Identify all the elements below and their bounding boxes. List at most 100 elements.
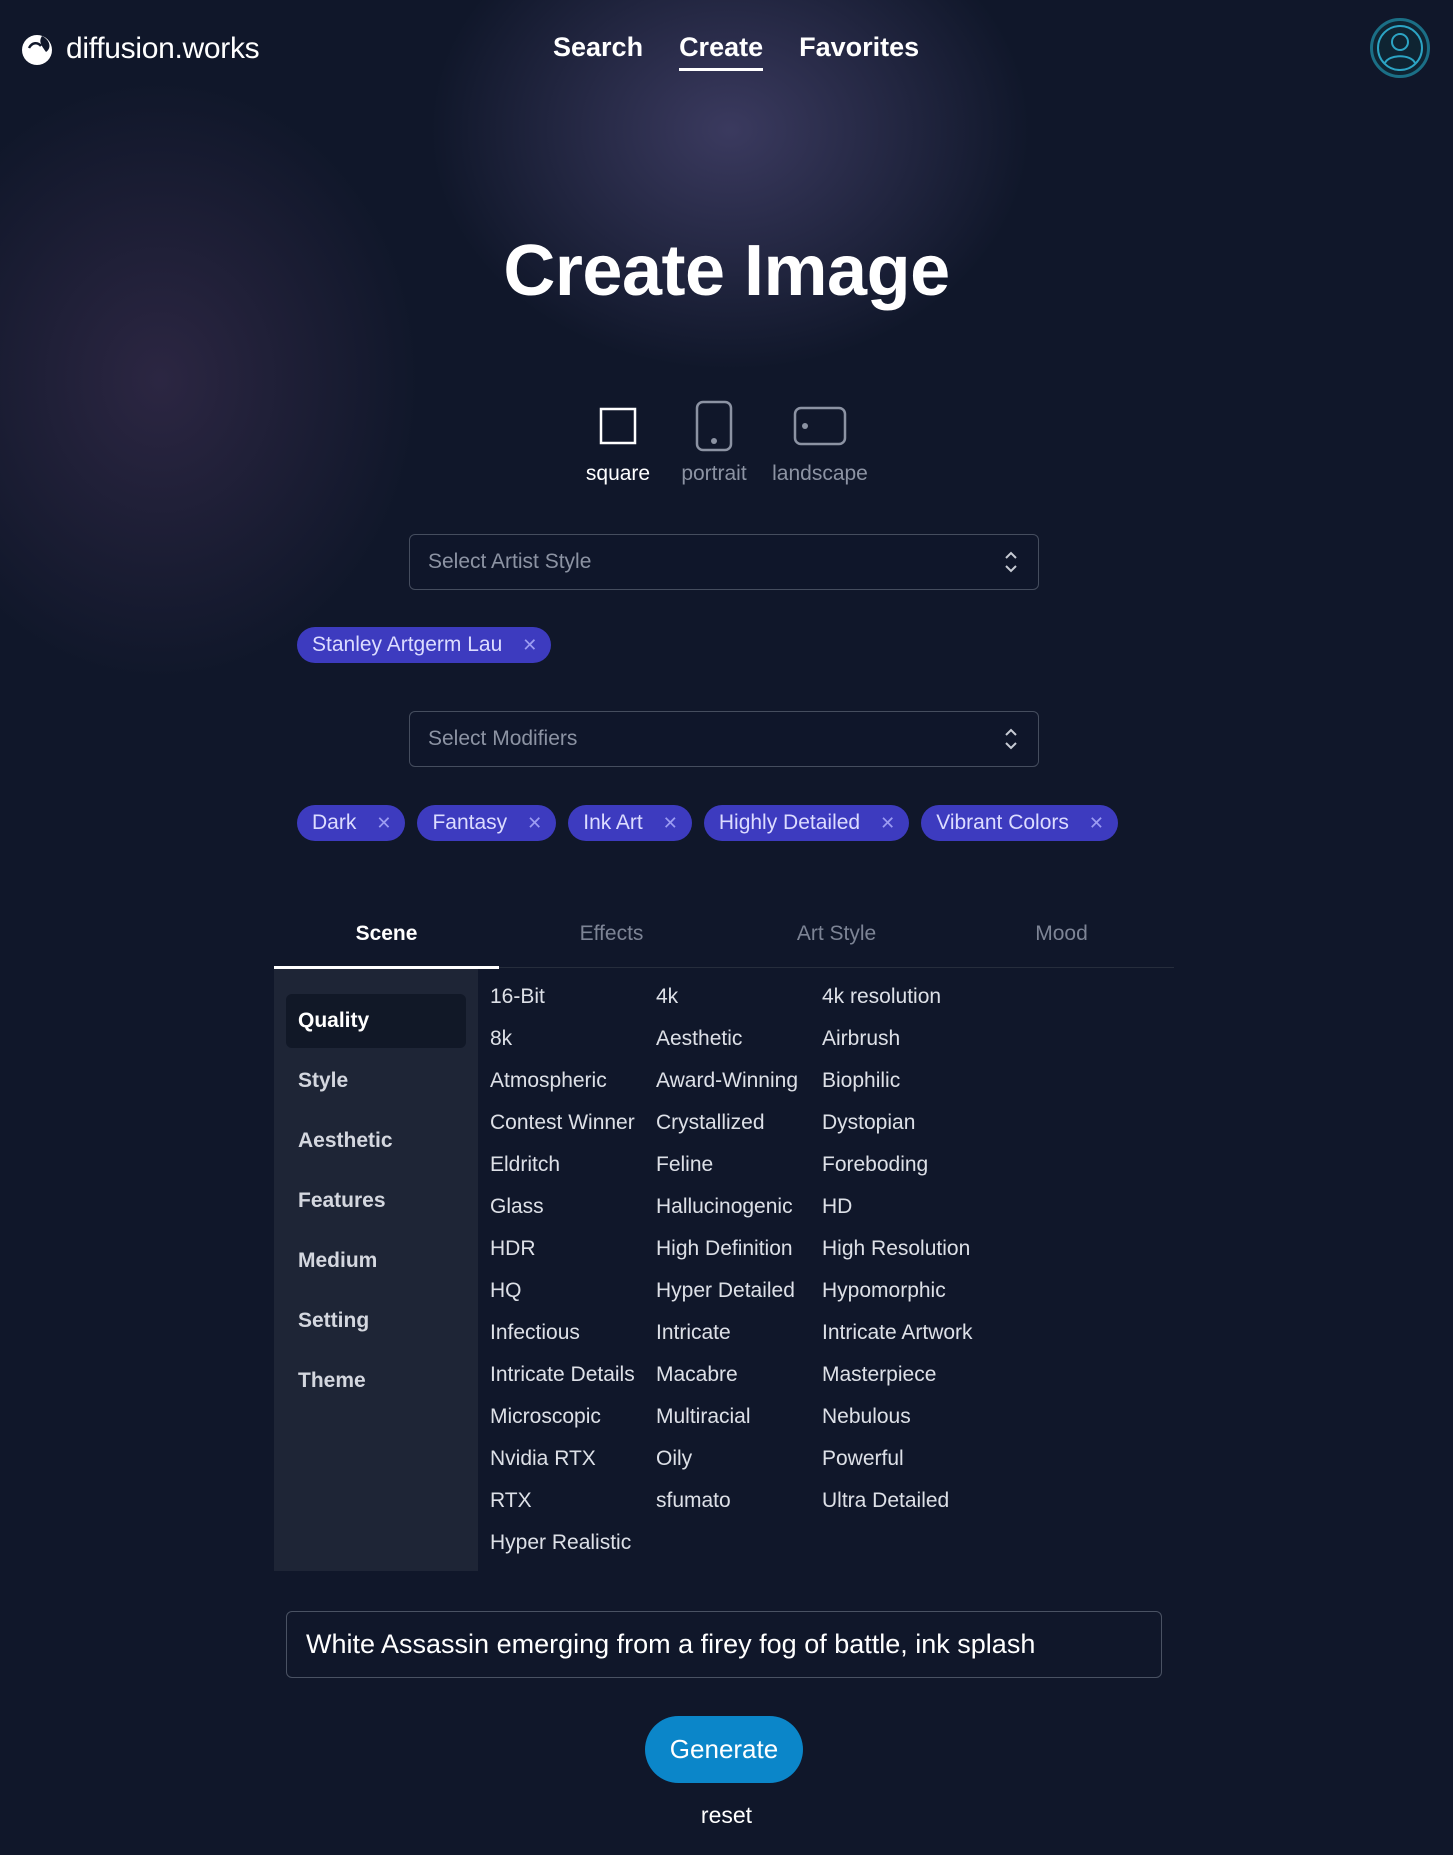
close-icon[interactable]: ✕ bbox=[527, 814, 542, 832]
modifier-option[interactable]: Hallucinogenic bbox=[656, 1186, 822, 1228]
close-icon[interactable]: ✕ bbox=[880, 814, 895, 832]
modifier-option[interactable]: 8k bbox=[490, 1018, 656, 1060]
modifier-option[interactable]: Nebulous bbox=[822, 1396, 1022, 1438]
tab-scene[interactable]: Scene bbox=[274, 900, 499, 969]
modifier-option[interactable]: Powerful bbox=[822, 1438, 1022, 1480]
nav-search-link[interactable]: Search bbox=[553, 32, 643, 67]
modifier-option[interactable]: Intricate bbox=[656, 1312, 822, 1354]
category-item-style[interactable]: Style bbox=[286, 1054, 466, 1108]
modifier-option[interactable]: Hypomorphic bbox=[822, 1270, 1022, 1312]
modifier-option[interactable]: HQ bbox=[490, 1270, 656, 1312]
close-icon[interactable]: ✕ bbox=[376, 814, 391, 832]
category-item-features[interactable]: Features bbox=[286, 1174, 466, 1228]
modifier-option[interactable]: Macabre bbox=[656, 1354, 822, 1396]
modifier-option[interactable]: High Definition bbox=[656, 1228, 822, 1270]
user-avatar-icon bbox=[1377, 25, 1423, 71]
modifier-option[interactable]: 4k resolution bbox=[822, 976, 1022, 1018]
modifier-option[interactable]: sfumato bbox=[656, 1480, 822, 1522]
modifier-option[interactable]: Oily bbox=[656, 1438, 822, 1480]
modifier-option[interactable]: Hyper Detailed bbox=[656, 1270, 822, 1312]
nav-create-link[interactable]: Create bbox=[679, 32, 764, 71]
chip-label: Ink Art bbox=[583, 811, 643, 834]
modifier-option[interactable]: Award-Winning bbox=[656, 1060, 822, 1102]
modifier-chip: Dark ✕ bbox=[297, 805, 406, 841]
modifier-option[interactable]: Hyper Realistic bbox=[490, 1522, 656, 1564]
orientation-label: portrait bbox=[681, 462, 747, 485]
modifier-option[interactable]: Feline bbox=[656, 1144, 822, 1186]
orientation-landscape-option[interactable]: landscape bbox=[770, 400, 870, 486]
category-item-medium[interactable]: Medium bbox=[286, 1234, 466, 1288]
orientation-label: square bbox=[585, 462, 651, 485]
portrait-icon bbox=[695, 400, 733, 452]
chip-label: Dark bbox=[312, 811, 357, 834]
artist-style-placeholder: Select Artist Style bbox=[428, 550, 592, 573]
modifier-option[interactable]: Infectious bbox=[490, 1312, 656, 1354]
modifier-option[interactable]: Nvidia RTX bbox=[490, 1438, 656, 1480]
modifier-chips: Dark ✕ Fantasy ✕ Ink Art ✕ Highly Detail… bbox=[297, 805, 1118, 841]
chip-label: Stanley Artgerm Lau bbox=[312, 633, 503, 656]
page-title: Create Image bbox=[503, 231, 950, 311]
close-icon[interactable]: ✕ bbox=[522, 636, 537, 654]
orientation-portrait-option[interactable]: portrait bbox=[673, 400, 755, 486]
main-nav: Search Create Favorites bbox=[553, 28, 919, 71]
category-item-theme[interactable]: Theme bbox=[286, 1354, 466, 1408]
orientation-label: landscape bbox=[772, 462, 868, 485]
modifier-option[interactable]: Multiracial bbox=[656, 1396, 822, 1438]
tab-art-style[interactable]: Art Style bbox=[724, 900, 949, 968]
modifier-option[interactable]: Eldritch bbox=[490, 1144, 656, 1186]
category-item-aesthetic[interactable]: Aesthetic bbox=[286, 1114, 466, 1168]
tab-effects[interactable]: Effects bbox=[499, 900, 724, 968]
modifier-option[interactable]: Intricate Details bbox=[490, 1354, 656, 1396]
modifier-tabs: Scene Effects Art Style Mood bbox=[274, 900, 1174, 969]
modifier-grid: 16-Bit 4k 4k resolution 8k Aesthetic Air… bbox=[490, 976, 1022, 1564]
modifier-option[interactable]: Ultra Detailed bbox=[822, 1480, 1022, 1522]
brand-logo-icon bbox=[22, 35, 52, 65]
close-icon[interactable]: ✕ bbox=[663, 814, 678, 832]
modifier-option[interactable]: Masterpiece bbox=[822, 1354, 1022, 1396]
chevron-up-down-icon bbox=[1005, 551, 1017, 573]
modifier-option[interactable]: Atmospheric bbox=[490, 1060, 656, 1102]
landscape-icon bbox=[793, 406, 847, 446]
square-icon bbox=[599, 407, 637, 445]
modifier-option[interactable]: Foreboding bbox=[822, 1144, 1022, 1186]
tab-mood[interactable]: Mood bbox=[949, 900, 1174, 968]
chip-label: Highly Detailed bbox=[718, 811, 861, 834]
artist-style-select[interactable]: Select Artist Style bbox=[409, 534, 1039, 590]
modifier-option[interactable]: Intricate Artwork bbox=[822, 1312, 1022, 1354]
modifier-option[interactable]: High Resolution bbox=[822, 1228, 1022, 1270]
modifier-option[interactable]: Airbrush bbox=[822, 1018, 1022, 1060]
modifier-option[interactable]: Contest Winner bbox=[490, 1102, 656, 1144]
nav-favorites-link[interactable]: Favorites bbox=[799, 32, 919, 67]
user-avatar-button[interactable] bbox=[1370, 18, 1430, 78]
category-item-quality[interactable]: Quality bbox=[286, 994, 466, 1048]
modifier-chip: Highly Detailed ✕ bbox=[703, 805, 910, 841]
brand[interactable]: diffusion.works bbox=[20, 28, 260, 70]
modifier-chip: Fantasy ✕ bbox=[417, 805, 557, 841]
artist-chips: Stanley Artgerm Lau ✕ bbox=[297, 627, 552, 663]
brand-name: diffusion.works bbox=[66, 32, 260, 65]
reset-link[interactable]: reset bbox=[701, 1802, 752, 1828]
generate-button[interactable]: Generate bbox=[645, 1716, 803, 1783]
modifier-option[interactable]: Glass bbox=[490, 1186, 656, 1228]
modifier-option[interactable]: HDR bbox=[490, 1228, 656, 1270]
modifier-option[interactable]: Aesthetic bbox=[656, 1018, 822, 1060]
modifier-option[interactable]: HD bbox=[822, 1186, 1022, 1228]
prompt-input[interactable] bbox=[306, 1629, 1142, 1660]
modifier-option[interactable]: Dystopian bbox=[822, 1102, 1022, 1144]
modifier-option[interactable]: 4k bbox=[656, 976, 822, 1018]
modifier-option[interactable]: RTX bbox=[490, 1480, 656, 1522]
modifier-option[interactable]: Microscopic bbox=[490, 1396, 656, 1438]
orientation-square-option[interactable]: square bbox=[580, 400, 656, 486]
modifier-option[interactable]: Biophilic bbox=[822, 1060, 1022, 1102]
reset-row: reset bbox=[0, 1802, 1453, 1829]
modifier-option[interactable]: Crystallized bbox=[656, 1102, 822, 1144]
modifier-option[interactable]: 16-Bit bbox=[490, 976, 656, 1018]
category-item-setting[interactable]: Setting bbox=[286, 1294, 466, 1348]
artist-chip: Stanley Artgerm Lau ✕ bbox=[297, 627, 552, 663]
chevron-up-down-icon bbox=[1005, 728, 1017, 750]
prompt-field bbox=[286, 1611, 1162, 1678]
category-sidebar: Quality Style Aesthetic Features Medium … bbox=[274, 969, 478, 1571]
modifiers-select[interactable]: Select Modifiers bbox=[409, 711, 1039, 767]
chip-label: Vibrant Colors bbox=[936, 811, 1069, 834]
close-icon[interactable]: ✕ bbox=[1089, 814, 1104, 832]
